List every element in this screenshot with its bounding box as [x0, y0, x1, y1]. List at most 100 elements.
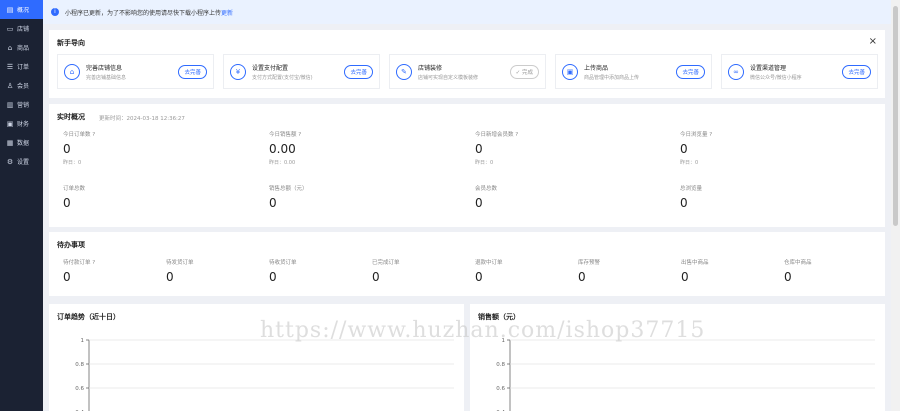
close-icon[interactable]: ×: [869, 36, 877, 47]
todo-card: 待办事项 待付款订单 ? 0 待发货订单 0 待收货订单 0 已完成订单 0 退…: [49, 232, 885, 296]
sidebar-item-overview[interactable]: ▤ 概况: [0, 0, 43, 19]
guide-item-store-info: ⌂ 完善店铺信息 完善店铺基础信息 去完善: [57, 54, 214, 89]
stat-total-orders: 订单总数 0: [63, 184, 85, 210]
todo-item[interactable]: 退款中订单 0: [475, 258, 503, 284]
stat-label: 销售总额（元）: [269, 186, 308, 192]
bag-icon: ▣: [562, 63, 578, 80]
channel-icon: ∞: [728, 63, 744, 80]
stat-label: 会员总数: [475, 186, 498, 192]
todo-item[interactable]: 出售中商品 0: [681, 258, 709, 284]
todo-item[interactable]: 库存预警 0: [578, 258, 600, 284]
overview-icon: ▤: [6, 5, 14, 14]
help-icon[interactable]: ?: [709, 132, 712, 138]
stat-total-sales: 销售总额（元） 0: [269, 184, 308, 210]
finance-icon: ▣: [6, 119, 14, 128]
sidebar-item-marketing[interactable]: ▥ 营销: [0, 95, 43, 114]
stat-today-sales: 今日销售额 ? 0.00 昨日：0.00: [269, 130, 301, 166]
y-tick-label: 0.8: [496, 362, 505, 368]
guide-item-desc: 微信公众号/微信小程序: [750, 74, 802, 81]
store-icon: ⌂: [64, 63, 80, 80]
help-icon[interactable]: ?: [298, 132, 301, 138]
help-icon[interactable]: ?: [515, 132, 518, 138]
y-tick-label: 0.8: [75, 362, 84, 368]
sidebar-item-settings[interactable]: ⚙ 设置: [0, 152, 43, 171]
guide-title: 新手导向: [57, 39, 85, 47]
todo-item[interactable]: 已完成订单 0: [372, 258, 400, 284]
guide-item-name: 设置支付配置: [252, 64, 289, 72]
sidebar-item-finance[interactable]: ▣ 财务: [0, 114, 43, 133]
complete-button[interactable]: 去完善: [842, 64, 871, 79]
guide-item-payment: ¥ 设置支付配置 支付方式配置(支付宝/微信) 去完善: [223, 54, 380, 89]
todo-value: 0: [784, 270, 792, 284]
settings-icon: ⚙: [6, 157, 14, 166]
sidebar-item-label: 设置: [17, 159, 30, 166]
data-icon: ▦: [6, 138, 14, 147]
todo-value: 0: [578, 270, 586, 284]
complete-button[interactable]: 去完善: [344, 64, 373, 79]
guide-item-decoration: ✎ 店铺装修 店铺可实现自定义模板装修 ✓ 完成: [389, 54, 546, 89]
stat-label: 订单总数: [63, 186, 86, 192]
stat-label: 今日浏览量: [680, 132, 708, 138]
sidebar-item-label: 财务: [17, 121, 30, 128]
todo-value: 0: [63, 270, 71, 284]
help-icon[interactable]: ?: [92, 260, 95, 266]
todo-label: 退款中订单: [475, 260, 503, 266]
complete-button[interactable]: 去完善: [178, 64, 207, 79]
update-time: 更新时间：2024-03-18 12:36:27: [99, 116, 185, 122]
update-link[interactable]: 更新: [221, 8, 233, 17]
stat-yesterday: 昨日：0: [63, 160, 82, 166]
todo-item[interactable]: 待付款订单 ? 0: [63, 258, 95, 284]
store-icon: ▭: [6, 24, 14, 33]
todo-label: 库存预警: [578, 260, 601, 266]
info-icon: i: [51, 8, 59, 16]
stat-yesterday: 昨日：0: [680, 160, 699, 166]
stat-value: 0: [63, 142, 71, 156]
stat-label: 今日新增会员数: [475, 132, 514, 138]
todo-label: 已完成订单: [372, 260, 400, 266]
todo-value: 0: [681, 270, 689, 284]
todo-label: 出售中商品: [681, 260, 709, 266]
sidebar-item-members[interactable]: ♙ 会员: [0, 76, 43, 95]
sidebar-item-label: 商品: [17, 45, 30, 52]
stat-value: 0: [680, 196, 688, 210]
goods-icon: ⌂: [7, 43, 13, 52]
y-tick-label: 0.6: [75, 386, 84, 392]
guide-item-name: 完善店铺信息: [86, 64, 123, 72]
stat-label: 今日销售额: [269, 132, 297, 138]
sidebar-item-orders[interactable]: ☰ 订单: [0, 57, 43, 76]
member-icon: ♙: [6, 81, 14, 90]
todo-label: 待发货订单: [166, 260, 194, 266]
todo-value: 0: [166, 270, 174, 284]
sidebar-item-label: 概况: [17, 7, 30, 14]
todo-label: 仓库中商品: [784, 260, 812, 266]
sidebar-item-data[interactable]: ▦ 数据: [0, 133, 43, 152]
todo-item[interactable]: 待发货订单 0: [166, 258, 194, 284]
scrollbar-thumb[interactable]: [893, 6, 898, 226]
stat-yesterday: 昨日：0.00: [269, 160, 296, 166]
todo-value: 0: [269, 270, 277, 284]
scrollbar[interactable]: [891, 0, 900, 411]
sidebar-item-goods[interactable]: ⌂ 商品: [0, 38, 43, 57]
order-icon: ☰: [6, 62, 14, 71]
sidebar-item-label: 会员: [17, 83, 30, 90]
sidebar-item-label: 数据: [17, 140, 30, 147]
guide-item-name: 上传商品: [584, 64, 609, 72]
complete-button[interactable]: 去完善: [676, 64, 705, 79]
todo-item[interactable]: 待收货订单 0: [269, 258, 297, 284]
stat-value: 0: [680, 142, 688, 156]
watermark: https://www.huzhan.com/ishop37715: [260, 318, 706, 343]
help-icon[interactable]: ?: [92, 132, 95, 138]
todo-item[interactable]: 仓库中商品 0: [784, 258, 812, 284]
stat-yesterday: 昨日：0: [475, 160, 494, 166]
notice-text: 小程序已更新，为了不影响您的使用请尽快下载小程序上传: [65, 9, 222, 17]
marketing-icon: ▥: [6, 100, 14, 109]
todo-value: 0: [372, 270, 380, 284]
guide-item-desc: 完善店铺基础信息: [86, 74, 127, 81]
stat-value: 0: [63, 196, 71, 210]
yen-icon: ¥: [230, 63, 246, 80]
sidebar-item-store[interactable]: ▭ 店铺: [0, 19, 43, 38]
guide-item-name: 设置渠道管理: [750, 64, 787, 72]
sidebar-item-label: 营销: [17, 102, 30, 109]
stat-today-new-members: 今日新增会员数 ? 0 昨日：0: [475, 130, 518, 166]
guide-item-desc: 支付方式配置(支付宝/微信): [252, 74, 313, 81]
